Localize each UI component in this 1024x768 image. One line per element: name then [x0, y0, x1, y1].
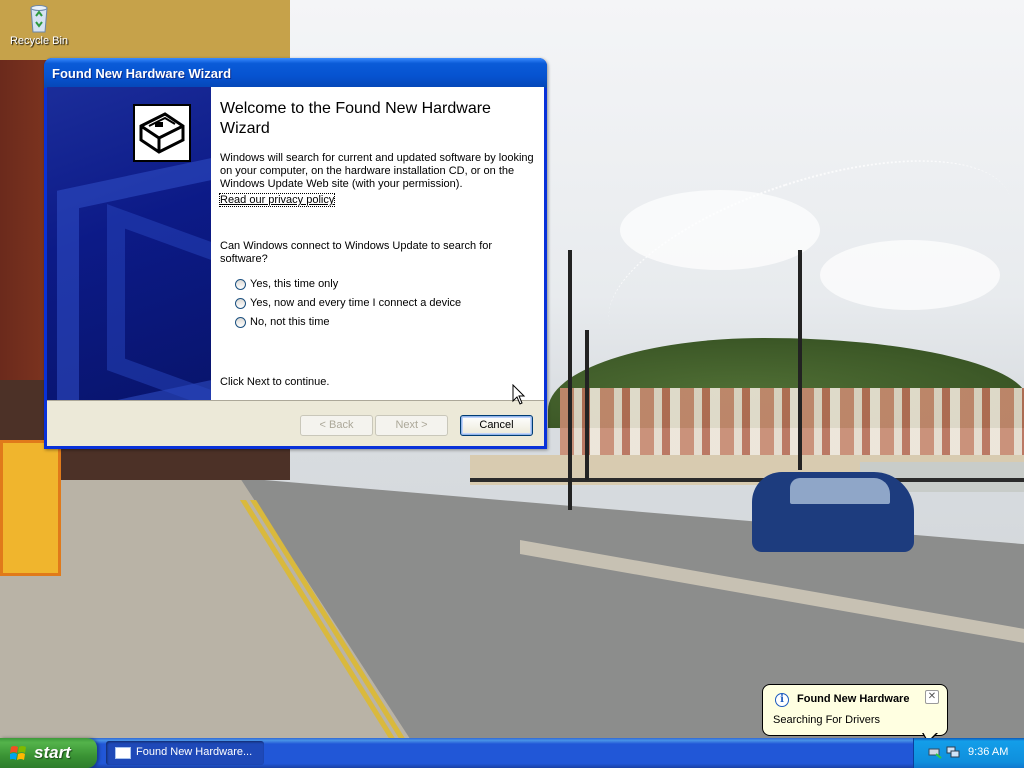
- recycle-bin-icon: [30, 5, 48, 33]
- radio-button[interactable]: [235, 297, 246, 309]
- balloon-text: Searching For Drivers: [773, 714, 880, 726]
- wallpaper-railing: [470, 478, 1024, 482]
- privacy-link-row: Read our privacy policy: [218, 193, 535, 207]
- option-label: Yes, now and every time I connect a devi…: [250, 297, 462, 309]
- wallpaper-kiosk: [0, 440, 61, 576]
- option-no-not-this-time[interactable]: No, not this time: [235, 316, 329, 328]
- start-button[interactable]: start: [0, 738, 97, 768]
- wizard-client-area: Welcome to the Found New Hardware Wizard…: [47, 87, 544, 446]
- network-icon[interactable]: [946, 745, 960, 759]
- back-button[interactable]: < Back: [300, 415, 373, 436]
- cancel-button[interactable]: Cancel: [460, 415, 533, 436]
- option-label: Yes, this time only: [250, 278, 339, 290]
- wallpaper-town: [560, 388, 1024, 458]
- wizard-content: Welcome to the Found New Hardware Wizard…: [211, 87, 544, 400]
- start-label: start: [34, 743, 71, 762]
- taskbar-button-found-new-hardware[interactable]: Found New Hardware...: [106, 741, 264, 765]
- taskbar: start Found New Hardware... 9:36 AM: [0, 738, 1024, 768]
- info-icon: i: [775, 693, 789, 707]
- privacy-policy-link[interactable]: Read our privacy policy: [218, 193, 336, 207]
- wallpaper-lamppost: [568, 250, 572, 510]
- wizard-footer-text: Click Next to continue.: [220, 376, 330, 388]
- balloon-title: Found New Hardware: [797, 693, 910, 705]
- notification-balloon[interactable]: i Found New Hardware ✕ Searching For Dri…: [762, 684, 948, 736]
- window-title: Found New Hardware Wizard: [52, 66, 232, 81]
- wallpaper-car-window: [790, 478, 890, 504]
- wizard-heading: Welcome to the Found New Hardware Wizard: [220, 100, 491, 137]
- clock[interactable]: 9:36 AM: [968, 746, 1008, 758]
- radio-button[interactable]: [235, 278, 246, 290]
- next-button[interactable]: Next >: [375, 415, 448, 436]
- wizard-separator: [47, 400, 544, 401]
- option-label: No, not this time: [250, 316, 330, 328]
- hardware-card-icon: [133, 104, 191, 162]
- radio-button[interactable]: [235, 316, 246, 328]
- desktop-icon-recycle-bin[interactable]: Recycle Bin: [6, 2, 72, 47]
- wizard-intro-text: Windows will search for current and upda…: [220, 152, 534, 190]
- system-tray: 9:36 AM: [913, 738, 1024, 768]
- wallpaper-lamppost: [585, 330, 589, 480]
- mouse-cursor-icon: [512, 384, 526, 405]
- close-icon[interactable]: ✕: [925, 690, 939, 704]
- wizard-question: Can Windows connect to Windows Update to…: [220, 240, 493, 265]
- taskbar-button-label: Found New Hardware...: [136, 746, 253, 758]
- option-yes-this-time[interactable]: Yes, this time only: [235, 278, 338, 290]
- window-icon: [115, 747, 131, 759]
- wallpaper-lamppost: [798, 250, 802, 470]
- desktop-icon-label: Recycle Bin: [9, 35, 69, 47]
- option-yes-every-time[interactable]: Yes, now and every time I connect a devi…: [235, 297, 461, 309]
- windows-logo-icon: [10, 746, 26, 760]
- safely-remove-hardware-icon[interactable]: [928, 745, 942, 759]
- window-titlebar[interactable]: Found New Hardware Wizard: [44, 58, 547, 88]
- wizard-side-banner: [47, 87, 211, 400]
- found-new-hardware-wizard-window: Found New Hardware Wizard Welcome to the…: [44, 58, 547, 449]
